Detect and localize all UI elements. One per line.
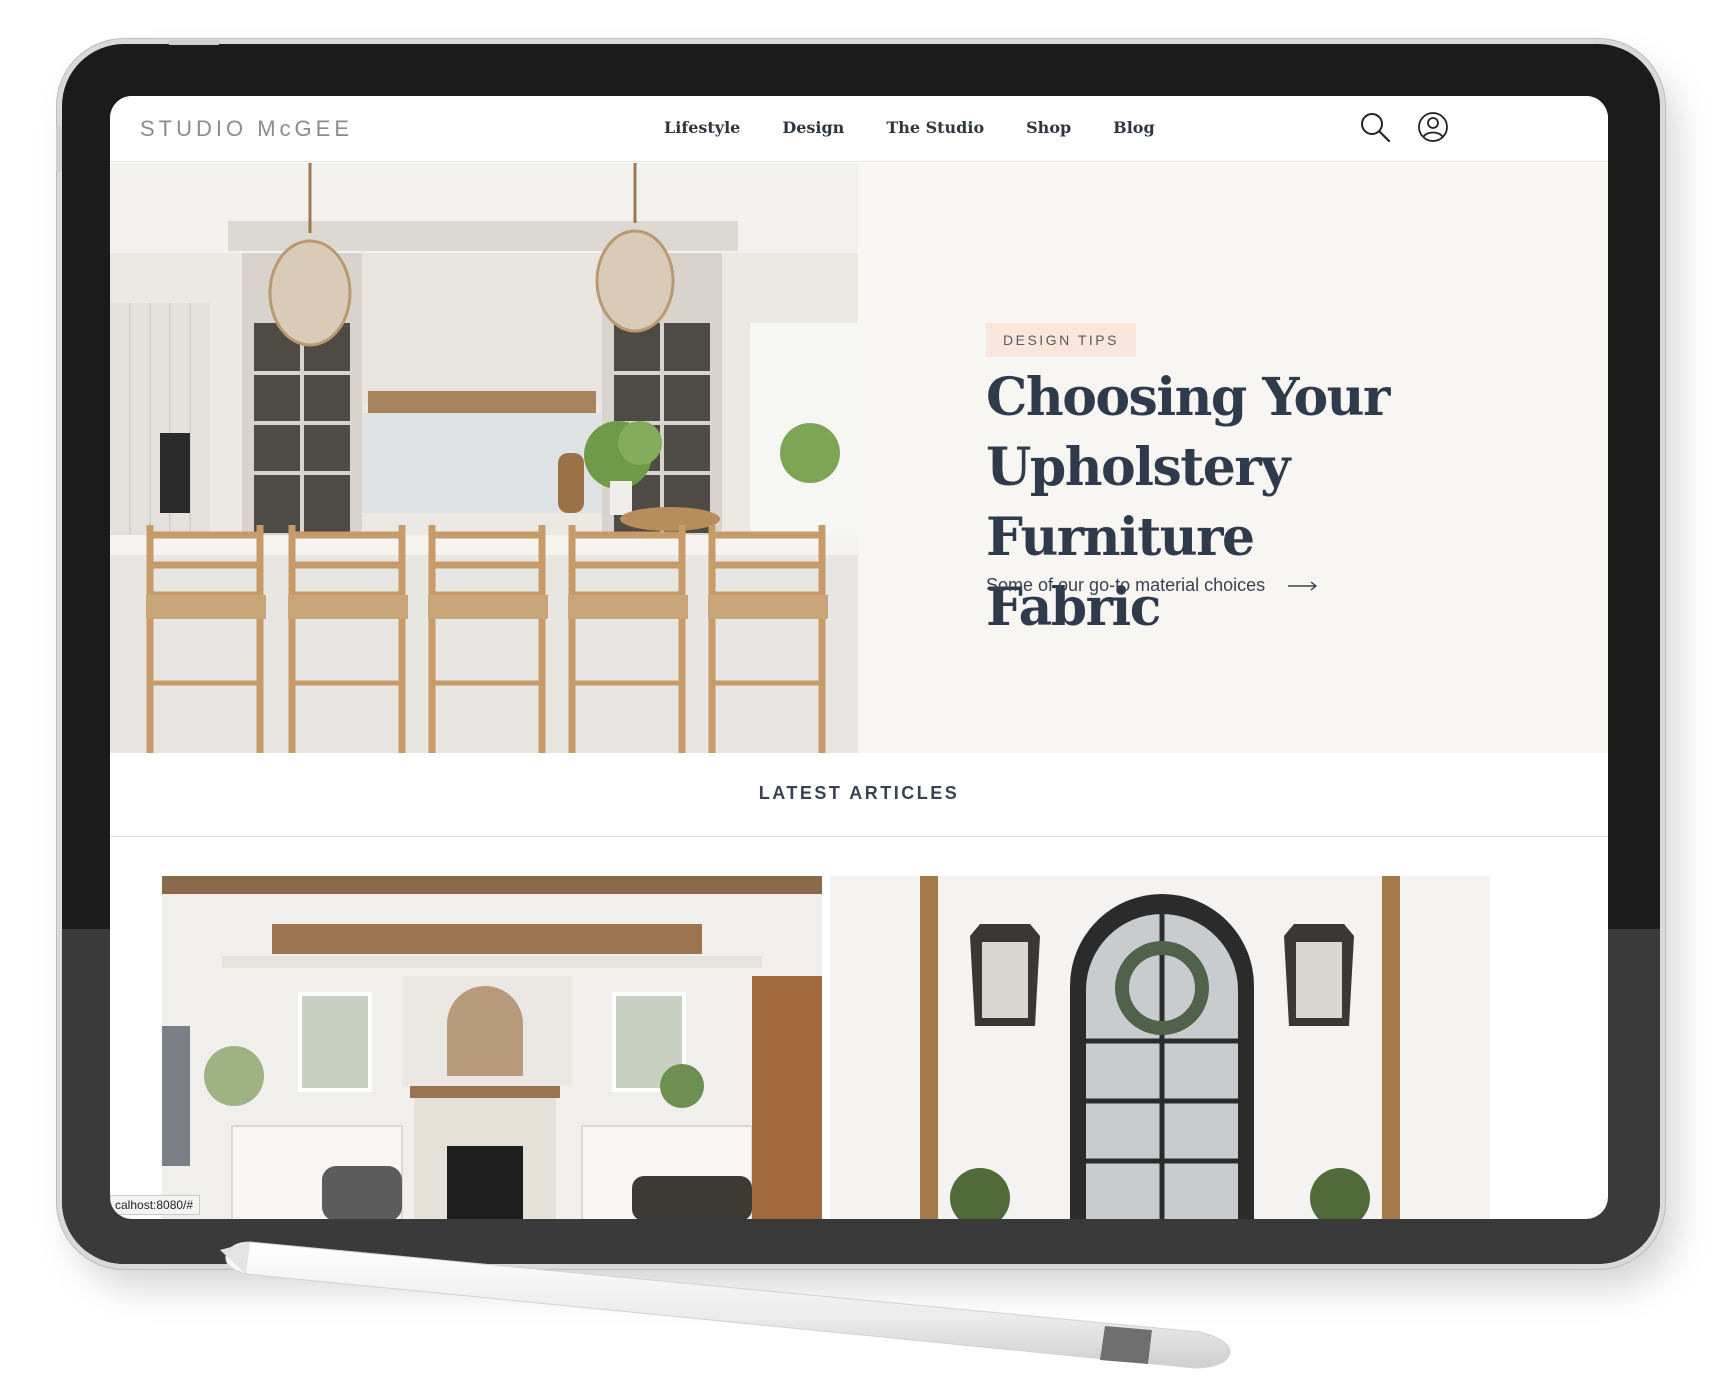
article-card-front-door[interactable] (830, 876, 1490, 1219)
hero-subtitle-link[interactable]: Some of our go-to material choices (986, 575, 1318, 596)
hero-subtitle: Some of our go-to material choices (986, 575, 1266, 595)
search-button[interactable] (1358, 110, 1392, 144)
device-top-button (168, 40, 220, 45)
nav-item-the-studio[interactable]: The Studio (886, 118, 984, 137)
hero-section: DESIGN TIPS Choosing Your Upholstery Fur… (110, 163, 1608, 753)
kitchen-illustration (110, 163, 858, 753)
site-header: STUDIO McGEE Lifestyle Design The Studio… (110, 96, 1608, 162)
nav-item-design[interactable]: Design (782, 118, 844, 137)
search-icon (1361, 113, 1391, 143)
nav-item-shop[interactable]: Shop (1026, 118, 1071, 137)
category-tag[interactable]: DESIGN TIPS (986, 323, 1136, 357)
main-nav: Lifestyle Design The Studio Shop Blog (664, 118, 1197, 137)
hero-text-panel: DESIGN TIPS Choosing Your Upholstery Fur… (858, 163, 1608, 753)
device-side-button (56, 126, 62, 172)
front-door-image (830, 876, 1490, 1219)
user-account-icon (1418, 112, 1448, 142)
latest-articles-section: LATEST ARTICLES (110, 753, 1608, 837)
site-logo[interactable]: STUDIO McGEE (140, 116, 353, 142)
tablet-screen: STUDIO McGEE Lifestyle Design The Studio… (110, 96, 1608, 1219)
hero-title[interactable]: Choosing Your Upholstery Furniture Fabri… (986, 363, 1426, 643)
article-card-living-room[interactable] (162, 876, 822, 1219)
living-room-image (162, 876, 822, 1219)
account-button[interactable] (1416, 110, 1450, 144)
stylus-pencil (220, 1241, 1231, 1369)
latest-articles-heading: LATEST ARTICLES (758, 783, 960, 803)
hero-kitchen-image[interactable] (110, 163, 858, 753)
arrow-right-icon (1288, 581, 1318, 591)
status-bar-url: calhost:8080/# (110, 1195, 201, 1215)
nav-item-blog[interactable]: Blog (1113, 118, 1154, 137)
nav-item-lifestyle[interactable]: Lifestyle (664, 118, 740, 137)
